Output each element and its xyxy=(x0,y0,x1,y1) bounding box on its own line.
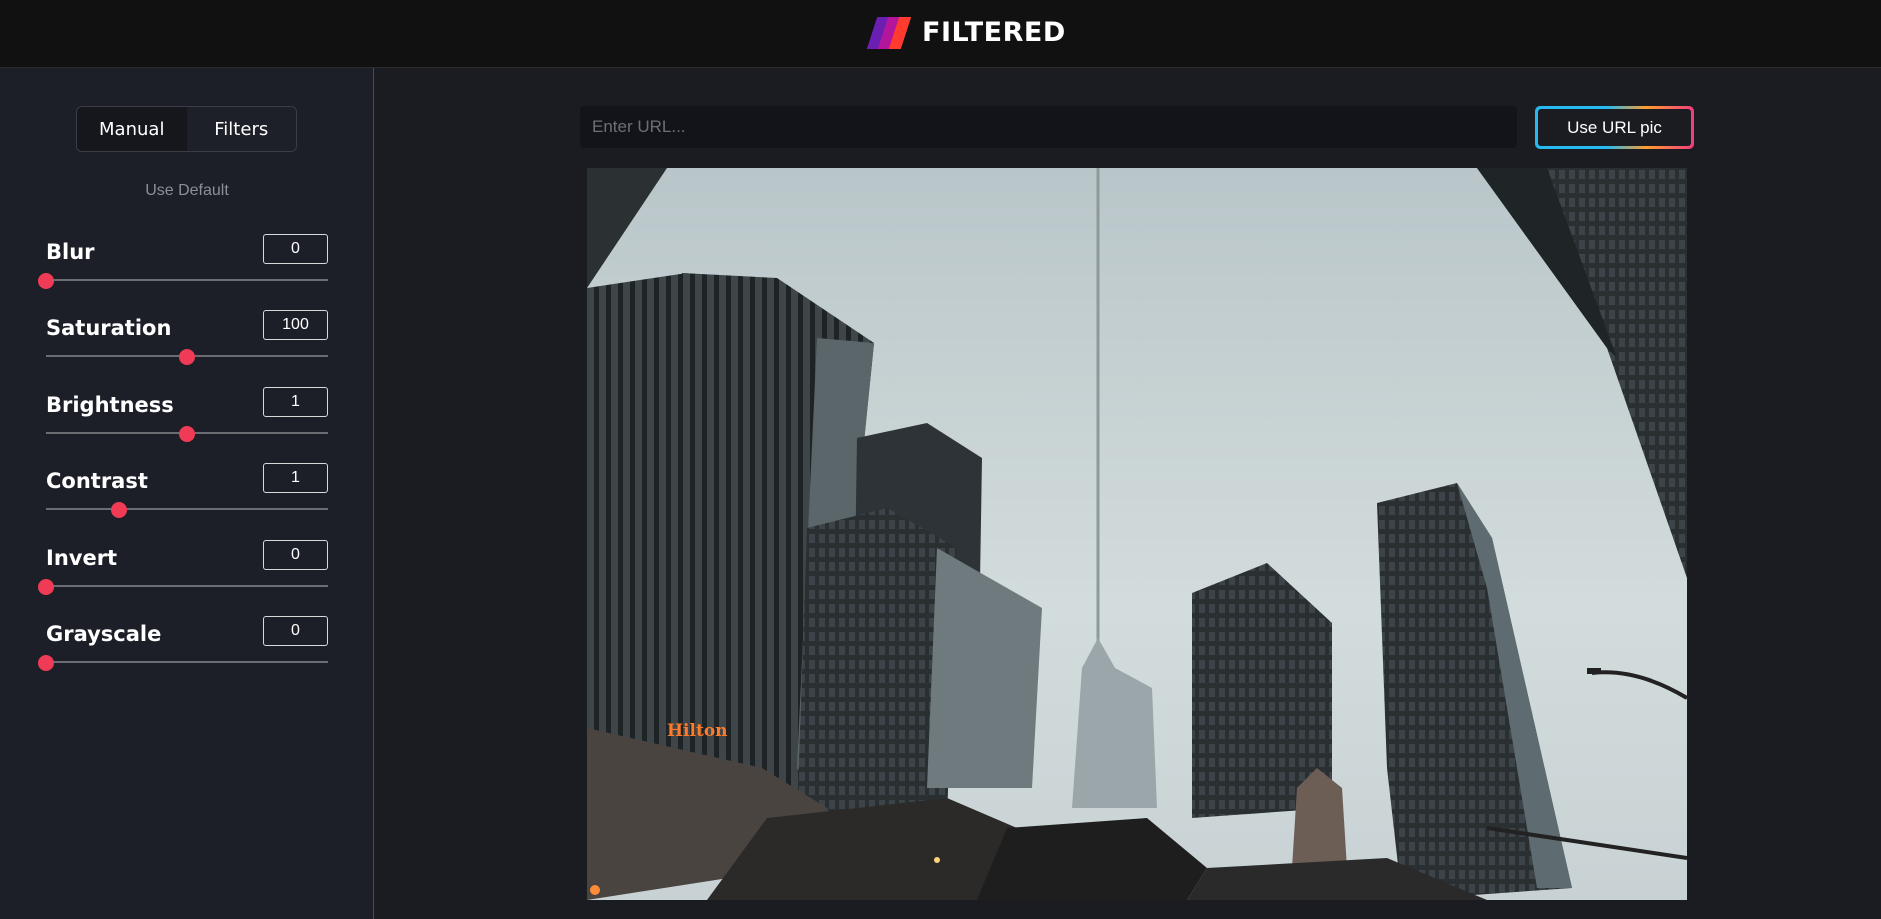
saturation-label: Saturation xyxy=(46,316,172,340)
brightness-label: Brightness xyxy=(46,393,174,417)
city-skyscrapers-photo: Hilton xyxy=(587,168,1687,900)
three-stripes-logo-icon xyxy=(866,15,912,49)
control-saturation: Saturation 100 xyxy=(46,310,328,374)
tab-filters[interactable]: Filters xyxy=(186,107,296,151)
use-url-pic-label: Use URL pic xyxy=(1538,109,1691,146)
invert-input[interactable]: 0 xyxy=(263,540,328,570)
contrast-slider-thumb[interactable] xyxy=(111,502,128,518)
control-blur: Blur 0 xyxy=(38,234,328,298)
blur-slider-thumb[interactable] xyxy=(38,273,54,289)
hilton-sign: Hilton xyxy=(667,721,728,741)
grayscale-label: Grayscale xyxy=(46,622,162,646)
blur-input[interactable]: 0 xyxy=(263,234,328,264)
grayscale-slider-thumb[interactable] xyxy=(38,655,54,671)
contrast-input[interactable]: 1 xyxy=(263,463,328,493)
control-contrast: Contrast 1 xyxy=(46,463,328,527)
saturation-slider-thumb[interactable] xyxy=(179,349,195,365)
control-brightness: Brightness 1 xyxy=(46,387,328,451)
brand: FILTERED xyxy=(866,12,1066,52)
control-invert: Invert 0 xyxy=(38,540,328,604)
sidebar: Manual Filters Use Default Blur 0 Satura… xyxy=(0,68,374,919)
grayscale-input[interactable]: 0 xyxy=(263,616,328,646)
invert-label: Invert xyxy=(46,546,118,570)
grayscale-slider-track[interactable] xyxy=(46,661,328,663)
top-bar: FILTERED xyxy=(0,0,1881,68)
blur-label: Blur xyxy=(46,240,95,264)
control-grayscale: Grayscale 0 xyxy=(38,616,328,680)
use-default-button[interactable]: Use Default xyxy=(0,182,374,200)
invert-slider-track[interactable] xyxy=(46,585,328,587)
invert-slider-thumb[interactable] xyxy=(38,579,54,595)
mode-tabs: Manual Filters xyxy=(76,106,297,152)
contrast-slider-track[interactable] xyxy=(46,508,328,510)
tab-manual[interactable]: Manual xyxy=(77,107,187,151)
saturation-input[interactable]: 100 xyxy=(263,310,328,340)
use-url-pic-button[interactable]: Use URL pic xyxy=(1535,106,1694,149)
url-input[interactable] xyxy=(580,106,1517,148)
app-title: FILTERED xyxy=(922,16,1066,48)
brightness-input[interactable]: 1 xyxy=(263,387,328,417)
brightness-slider-thumb[interactable] xyxy=(179,426,195,442)
contrast-label: Contrast xyxy=(46,469,148,493)
blur-slider-track[interactable] xyxy=(46,279,328,281)
